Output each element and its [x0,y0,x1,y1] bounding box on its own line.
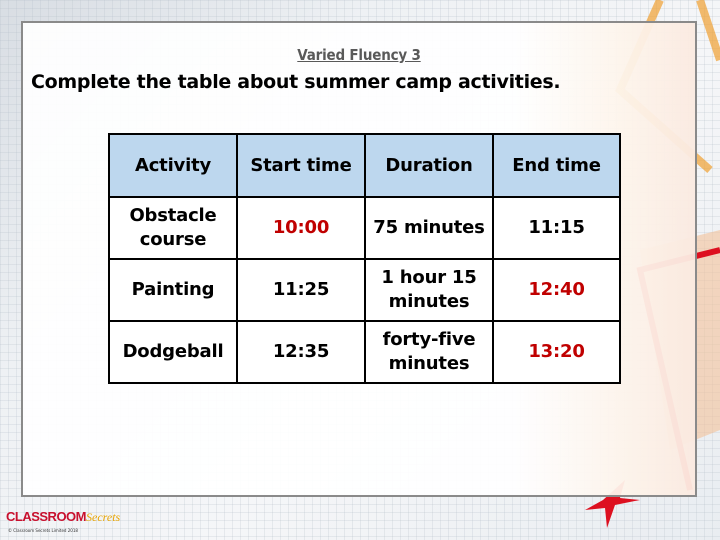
table-row: Dodgeball 12:35 forty-five minutes 13:20 [108,320,621,384]
header-activity: Activity [108,133,238,198]
logo-main-text: CLASSROOM [6,509,87,524]
table-row: Painting 11:25 1 hour 15 minutes 12:40 [108,258,621,322]
table-header-row: Activity Start time Duration End time [108,133,621,198]
cell-end-time: 12:40 [492,258,621,322]
classroom-secrets-logo: CLASSROOMSecrets [6,508,120,526]
cell-activity: Obstacle course [108,196,238,260]
cell-duration: forty-five minutes [364,320,494,384]
header-start-time: Start time [236,133,366,198]
cell-end-time: 11:15 [492,196,621,260]
logo-script-text: Secrets [86,510,121,524]
cell-start-time: 10:00 [236,196,366,260]
slide-panel: Varied Fluency 3 Complete the table abou… [21,21,697,497]
copyright-text: © Classroom Secrets Limited 2018 [8,528,78,533]
header-duration: Duration [364,133,494,198]
slide-title: Varied Fluency 3 [297,46,421,64]
cell-duration: 75 minutes [364,196,494,260]
cell-duration: 1 hour 15 minutes [364,258,494,322]
cell-start-time: 11:25 [236,258,366,322]
table-row: Obstacle course 10:00 75 minutes 11:15 [108,196,621,260]
cell-start-time: 12:35 [236,320,366,384]
header-end-time: End time [492,133,621,198]
cell-end-time: 13:20 [492,320,621,384]
cell-activity: Dodgeball [108,320,238,384]
cell-activity: Painting [108,258,238,322]
instruction-text: Complete the table about summer camp act… [31,71,561,93]
activities-table: Activity Start time Duration End time Ob… [108,133,621,384]
